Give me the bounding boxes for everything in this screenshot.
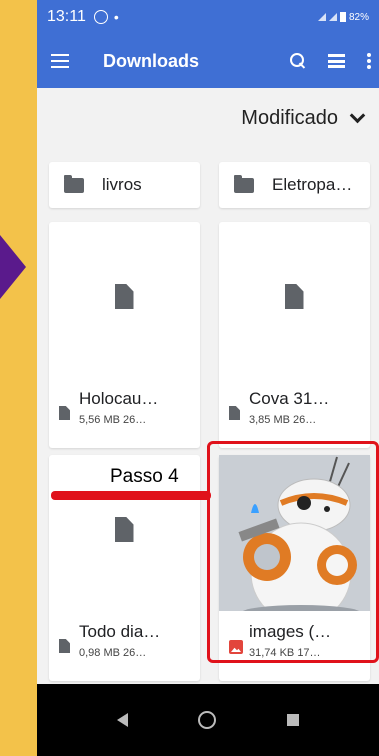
- search-icon[interactable]: [290, 53, 306, 69]
- folder-name: livros: [102, 175, 142, 194]
- document-small-icon: [59, 406, 70, 420]
- file-item[interactable]: Todo dia… 0,98 MB 26…: [49, 455, 200, 681]
- signal-icon-2: [328, 13, 337, 21]
- document-small-icon: [229, 406, 240, 420]
- file-meta: 0,98 MB 26…: [79, 647, 147, 659]
- file-name: Holocau…: [79, 389, 159, 408]
- battery-level: 82%: [348, 11, 369, 23]
- menu-icon[interactable]: [51, 54, 69, 68]
- tutorial-arrow: [0, 235, 26, 299]
- document-icon: [114, 284, 134, 309]
- back-icon[interactable]: [117, 713, 129, 727]
- step-annotation: Passo 4: [110, 466, 179, 487]
- highlight-pointer-line: [51, 491, 211, 500]
- appbar-actions: [290, 53, 371, 69]
- file-item[interactable]: Holocau… 5,56 MB 26…: [49, 222, 200, 448]
- chevron-down-icon: [349, 107, 366, 123]
- recents-icon[interactable]: [286, 714, 299, 726]
- file-name: Todo dia…: [79, 622, 161, 641]
- folder-item[interactable]: Eletropa…: [219, 162, 370, 208]
- document-icon: [284, 284, 304, 309]
- page-title: Downloads: [103, 50, 200, 71]
- notification-dot-icon: •: [113, 9, 119, 25]
- file-meta: 3,85 MB 26…: [249, 414, 317, 426]
- folder-icon: [64, 174, 84, 193]
- file-name: Cova 31…: [249, 389, 330, 408]
- status-time: 13:11: [47, 8, 86, 25]
- sort-label: Modificado: [241, 106, 338, 129]
- highlight-box: [207, 441, 379, 663]
- file-meta: 5,56 MB 26…: [79, 414, 147, 426]
- battery-icon: [339, 12, 346, 22]
- whatsapp-icon: [93, 10, 108, 24]
- sort-selector[interactable]: Modificado: [37, 88, 379, 148]
- signal-icon: [317, 13, 326, 21]
- more-options-icon[interactable]: [367, 53, 371, 69]
- status-icons: 82%: [317, 11, 369, 23]
- app-bar: Downloads: [37, 34, 379, 88]
- status-bar: 13:11 • 82%: [37, 0, 379, 34]
- file-item[interactable]: Cova 31… 3,85 MB 26…: [219, 222, 370, 448]
- document-icon: [114, 517, 134, 542]
- navigation-bar: [37, 684, 379, 756]
- document-small-icon: [59, 639, 70, 653]
- folder-name: Eletropa…: [272, 175, 353, 194]
- list-view-icon[interactable]: [328, 54, 345, 68]
- folder-item[interactable]: livros: [49, 162, 200, 208]
- home-icon[interactable]: [198, 711, 217, 729]
- folder-icon: [234, 174, 254, 193]
